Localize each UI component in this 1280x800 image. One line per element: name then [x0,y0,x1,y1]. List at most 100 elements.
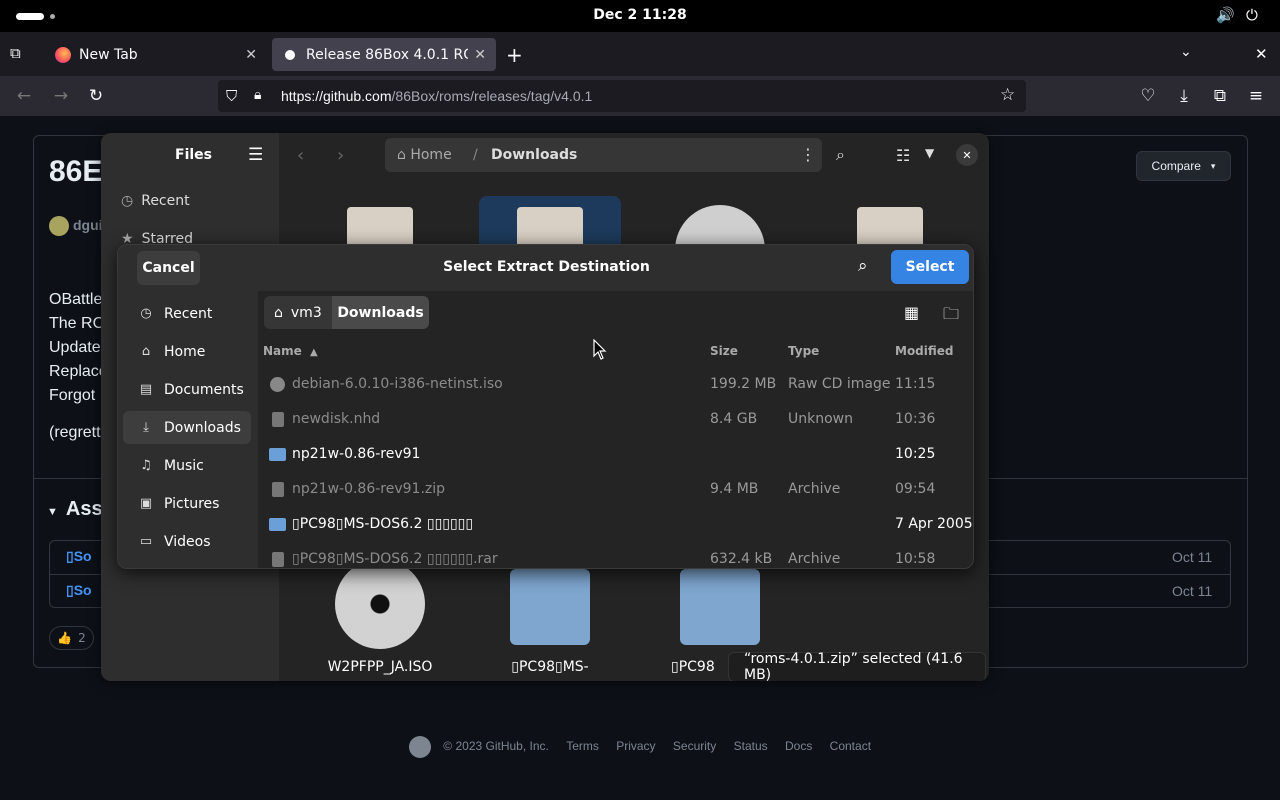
folder-icon [510,569,590,645]
documents-icon: ▤ [139,382,153,397]
breadcrumb-vm3[interactable]: ⌂ vm3 [264,296,332,329]
close-icon[interactable]: ✕ [956,144,978,166]
breadcrumb-downloads[interactable]: Downloads [332,296,429,329]
files-sidebar-recent[interactable]: ◷ Recent [121,193,190,209]
footer-link[interactable]: Privacy [616,739,655,753]
github-footer: © 2023 GitHub, Inc. Terms Privacy Securi… [0,736,1280,758]
dialog-title: Select Extract Destination [443,259,650,275]
forward-icon[interactable]: → [50,86,72,106]
sidebar-item-home[interactable]: ⌂ Home [123,335,251,368]
file-row[interactable]: debian-6.0.10-i386-netinst.iso 199.2 MB … [258,367,973,402]
sidebar-item-music[interactable]: ♫ Music [123,449,251,482]
clock[interactable]: Dec 2 11:28 [0,7,1280,23]
sidebar-item-pictures[interactable]: ▣ Pictures [123,487,251,520]
close-tab-icon[interactable]: ✕ [474,47,486,63]
path-home[interactable]: ⌂ Home [397,147,452,163]
search-icon[interactable]: ⌕ [858,256,868,276]
grid-view-icon[interactable]: ▦ [904,303,919,322]
forward-icon[interactable]: › [337,145,344,166]
row-modified: 7 Apr 2005 [895,516,973,532]
assets-heading[interactable]: ▼ Ass [47,498,103,521]
author-link[interactable]: dgui [73,217,103,233]
reaction-button[interactable]: 👍 2 [49,626,94,650]
footer-link[interactable]: Security [673,739,716,753]
shield-icon[interactable]: ⛉ [226,87,237,105]
bookmark-star-icon[interactable]: ☆ [1000,85,1015,105]
row-modified: 10:58 [895,551,936,567]
asset-link[interactable]: ▯So [66,548,92,565]
new-folder-icon[interactable]: 🗀 [943,303,959,330]
file-row[interactable]: np21w-0.86-rev91.zip 9.4 MB Archive 09:5… [258,472,973,507]
sidebar-item-documents[interactable]: ▤ Documents [123,373,251,406]
column-name[interactable]: Name ▲ [263,344,318,358]
list-tabs-icon[interactable]: ⌄ [1180,44,1192,60]
clock-icon: ◷ [140,306,152,321]
new-tab-icon[interactable]: + [506,43,523,67]
asset-date: Oct 11 [1172,549,1213,565]
column-type[interactable]: Type [788,344,819,358]
folder-icon [269,448,286,461]
footer-link[interactable]: Contact [830,739,871,753]
row-name: np21w-0.86-rev91.zip [292,481,446,497]
hamburger-icon[interactable]: ☰ [248,145,263,165]
close-window-icon[interactable]: ✕ [1255,45,1268,63]
select-button[interactable]: Select [891,250,969,284]
search-icon[interactable]: ⌕ [836,145,845,165]
row-modified: 09:54 [895,481,936,497]
url-text[interactable]: https://github.com/86Box/roms/releases/t… [281,88,592,104]
sidebar-item-downloads[interactable]: ⤓ Downloads [123,411,251,444]
tab-overview-icon[interactable]: ⧉ [10,44,30,64]
sidebar-item-videos[interactable]: ▭ Videos [123,525,251,558]
file-label[interactable]: W2PFPP_JA.ISO [311,659,449,675]
file-row[interactable]: newdisk.nhd 8.4 GB Unknown 10:36 [258,402,973,437]
home-icon: ⌂ [274,304,283,321]
row-type: Unknown [788,411,853,427]
footer-link[interactable]: Docs [785,739,812,753]
notes-line: Replace [49,363,108,380]
avatar[interactable] [49,216,69,236]
notes-line: Forgot [49,387,96,404]
row-name: ▯PC98▯MS-DOS6.2 ▯▯▯▯▯▯.rar [292,551,498,567]
download-icon: ⤓ [143,420,149,435]
sidebar-item-recent[interactable]: ◷ Recent [123,297,251,330]
file-row[interactable]: np21w-0.86-rev91 10:25 [258,437,973,472]
file-row[interactable]: ▯PC98▯MS-DOS6.2 ▯▯▯▯▯▯.rar 632.4 kB Arch… [258,542,973,568]
lock-icon[interactable]: 🔒︎ [254,87,261,103]
column-size[interactable]: Size [710,344,738,358]
row-modified: 10:25 [895,446,936,462]
release-title: 86E [49,155,103,188]
list-view-icon[interactable]: ☷ [896,146,910,165]
path-menu-icon[interactable]: ⋮ [800,145,816,164]
close-tab-icon[interactable]: ✕ [245,47,257,63]
volume-icon[interactable]: 🔊 [1216,6,1235,24]
archive-icon [272,482,284,497]
asset-link[interactable]: ▯So [66,582,92,599]
back-icon[interactable]: ← [13,86,35,106]
archive-icon [272,552,284,567]
reload-icon[interactable]: ↻ [85,86,107,106]
back-icon[interactable]: ‹ [297,145,304,166]
power-icon[interactable]: ⏻ [1246,6,1258,24]
row-size: 9.4 MB [710,481,759,497]
extensions-icon[interactable]: ⧉ [1209,86,1231,106]
pocket-icon[interactable]: ♡ [1137,86,1159,106]
view-options-icon[interactable]: ▼ [925,146,934,160]
downloads-icon[interactable]: ⤓ [1173,86,1195,106]
system-top-bar: Dec 2 11:28 🔊 ⏻ [0,0,1280,32]
videos-icon: ▭ [139,534,153,549]
notes-footnote: (regrett [49,424,101,441]
footer-link[interactable]: Terms [566,739,599,753]
file-label[interactable]: ▯PC98▯MS- [486,659,614,675]
tab-new-tab[interactable]: New Tab ✕ [45,38,267,71]
file-row[interactable]: ▯PC98▯MS-DOS6.2 ▯▯▯▯▯▯ 7 Apr 2005 [258,507,973,542]
github-logo-icon[interactable] [408,736,431,758]
row-modified: 11:15 [895,376,936,392]
file-label[interactable]: ▯PC98 [671,659,731,675]
column-modified[interactable]: Modified [895,344,954,358]
menu-icon[interactable]: ≡ [1245,86,1267,106]
tab-release[interactable]: Release 86Box 4.0.1 ROM ✕ [272,38,496,71]
compare-button[interactable]: Compare ▾ [1136,151,1231,181]
row-modified: 10:36 [895,411,936,427]
footer-link[interactable]: Status [734,739,768,753]
path-downloads[interactable]: Downloads [491,147,577,163]
